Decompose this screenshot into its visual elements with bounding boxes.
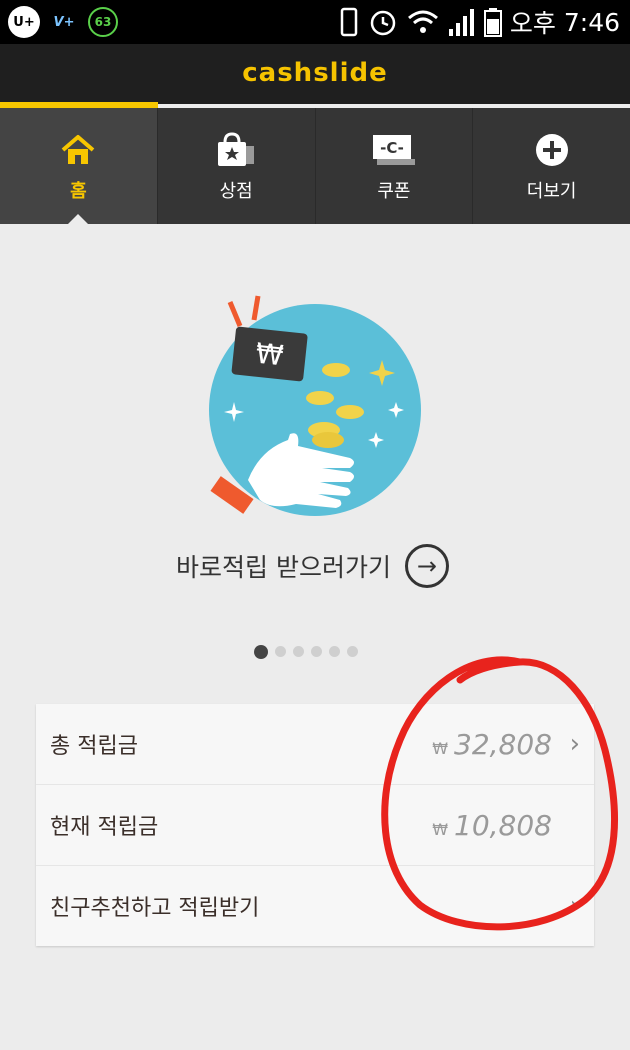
app-header: cashslide xyxy=(0,44,630,102)
pager-dot[interactable] xyxy=(311,646,322,657)
svg-text:-C-: -C- xyxy=(380,139,404,157)
coupon-icon: -C- xyxy=(372,135,415,165)
tab-bar: 홈 상점 -C- 쿠폰 더보기 xyxy=(0,108,630,224)
current-points-label: 현재 적립금 xyxy=(50,815,159,840)
tab-shop-label: 상점 xyxy=(219,181,253,202)
banner-cta[interactable]: 바로적립 받으러가기 → xyxy=(176,544,449,588)
status-ampm: 오후 xyxy=(509,9,556,38)
status-time: 7:46 xyxy=(563,7,620,37)
chevron-right-icon: › xyxy=(569,729,580,759)
won-symbol: ₩ xyxy=(254,337,285,373)
tab-pointer xyxy=(66,214,90,226)
promo-banner[interactable]: ₩ 바로적립 받으러가기 → xyxy=(0,226,630,676)
total-points-value: ₩ 32,808 xyxy=(432,728,552,761)
home-icon xyxy=(62,135,95,164)
cashslide-logo: cashslide xyxy=(242,58,388,88)
current-points-row: 현재 적립금 ₩ 10,808 xyxy=(36,785,594,866)
header-divider xyxy=(158,102,630,104)
current-points-amount: 10,808 xyxy=(454,808,552,842)
refer-friend-label: 친구추천하고 적립받기 xyxy=(50,896,260,921)
won-currency: ₩ xyxy=(432,738,449,758)
tab-coupon[interactable]: -C- 쿠폰 xyxy=(314,108,473,224)
pager-dot[interactable] xyxy=(293,646,304,657)
total-points-amount: 32,808 xyxy=(454,727,552,761)
wifi-icon xyxy=(407,10,438,33)
vibrate-icon xyxy=(340,7,358,37)
reward-illustration: ₩ xyxy=(209,295,421,516)
tab-home[interactable]: 홈 xyxy=(0,108,157,224)
pager-dot[interactable] xyxy=(275,646,286,657)
pager-dot[interactable] xyxy=(347,646,358,657)
tab-more[interactable]: 더보기 xyxy=(472,108,630,224)
volte-icon: V+ xyxy=(53,14,75,30)
counter-badge-icon: 63 xyxy=(88,7,118,37)
won-currency: ₩ xyxy=(432,819,449,839)
status-bar: U+ V+ 63 오후 7:46 xyxy=(0,0,630,44)
plus-circle-icon xyxy=(535,134,568,166)
tab-home-label: 홈 xyxy=(70,181,87,202)
banner-pager xyxy=(254,644,358,659)
alarm-icon xyxy=(370,10,396,36)
chevron-right-icon: › xyxy=(569,891,580,921)
points-card: 총 적립금 ₩ 32,808 › 현재 적립금 ₩ 10,808 친구추천하고 … xyxy=(36,704,594,946)
tab-more-label: 더보기 xyxy=(526,181,577,202)
pager-dot[interactable] xyxy=(254,644,268,659)
tab-coupon-label: 쿠폰 xyxy=(377,181,411,202)
signal-icon xyxy=(448,9,474,36)
current-points-value: ₩ 10,808 xyxy=(432,809,552,842)
total-points-label: 총 적립금 xyxy=(50,734,138,759)
banner-cta-label: 바로적립 받으러가기 xyxy=(176,553,391,582)
battery-icon xyxy=(483,8,502,37)
refer-friend-row[interactable]: 친구추천하고 적립받기 › xyxy=(36,866,594,946)
arrow-right-icon[interactable]: → xyxy=(404,544,449,588)
total-points-row[interactable]: 총 적립금 ₩ 32,808 › xyxy=(36,704,594,785)
pager-dot[interactable] xyxy=(329,646,340,657)
tab-shop[interactable]: 상점 xyxy=(156,108,315,224)
shopping-bag-icon xyxy=(218,132,255,166)
carrier-icon: U+ xyxy=(8,6,40,38)
